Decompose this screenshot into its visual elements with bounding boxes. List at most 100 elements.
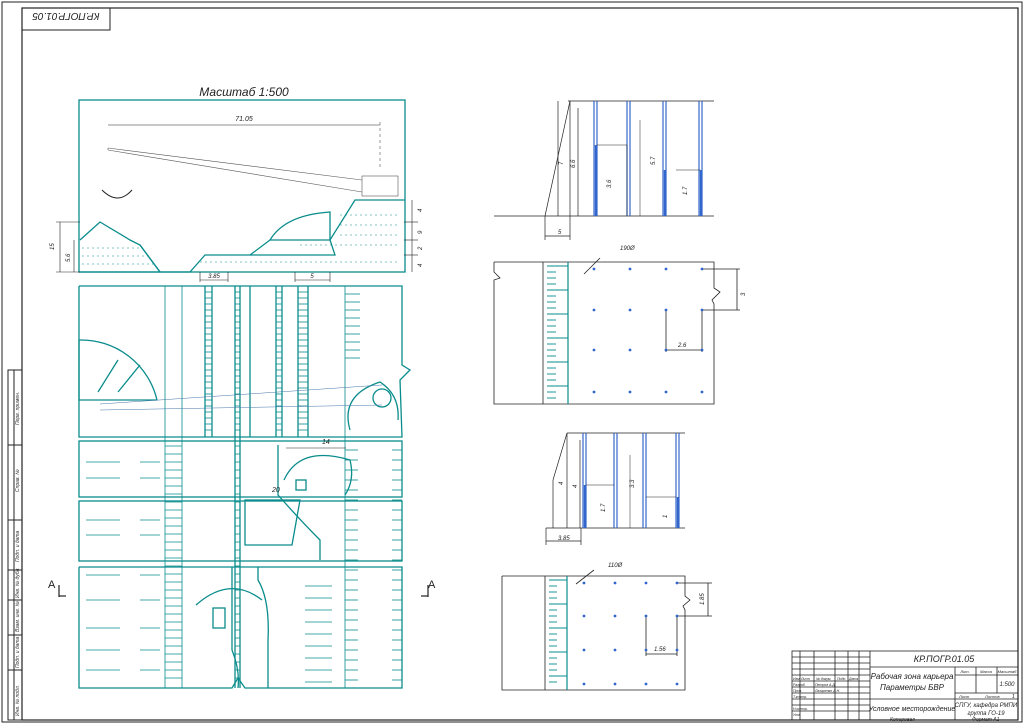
upper-hole (592, 348, 596, 352)
up-dim-7: 7 (559, 161, 565, 165)
lower-hole (644, 648, 648, 652)
role-doc: № докум. (816, 677, 831, 681)
lower-hole (644, 614, 648, 618)
plan-rays (99, 384, 383, 411)
upper-hole (664, 267, 668, 271)
top-stamp-code: КР.ПОГР.01.05 (32, 10, 100, 21)
sheet-label: Лист (958, 694, 970, 699)
plan-ticks (86, 291, 402, 683)
upper-holes (593, 101, 703, 216)
role-date: Дата (848, 677, 858, 681)
sheets-count: 1 (1012, 694, 1015, 700)
lo-dim-1: 1 (663, 515, 669, 518)
lower-hole (613, 614, 617, 618)
upper-hole (700, 308, 704, 312)
org-line1: СПГУ, кафедра РМПИ (955, 703, 1018, 709)
col-mass: Масса (980, 669, 993, 674)
section-mark-left: А (48, 579, 66, 597)
section-mark-right: А (421, 579, 436, 597)
up-dim-17: 1.7 (683, 186, 689, 195)
upper-dims (597, 120, 700, 216)
section-mark-right-text: А (428, 579, 436, 591)
title-subtitle: Условное месторождение (868, 705, 956, 713)
side-cell-6: Подп. и дата (15, 636, 21, 668)
dim-h2: 2 (418, 246, 424, 251)
upper-hole (628, 308, 632, 312)
lower-hole (644, 682, 648, 686)
lower-plan-holes (582, 581, 679, 686)
side-cell-7: Инв. № подл. (15, 685, 21, 716)
lower-hole (582, 648, 586, 652)
lo-dim-185: 1.85 (700, 593, 706, 605)
col-lit: Лит. (959, 669, 969, 674)
lower-hole (675, 648, 679, 652)
lower-plan (501, 569, 712, 691)
row-tkontr: Т.контр. (793, 695, 807, 699)
outer-frame (1, 1, 1023, 723)
role-izm: Изм. (793, 677, 800, 681)
upper-plan-holes (592, 267, 704, 394)
side-cell-4: Инв. № дубл. (15, 567, 21, 598)
side-cell-2: Справ. № (15, 469, 21, 492)
lower-hole (613, 581, 617, 585)
upper-hole (700, 390, 704, 394)
up-dim-57: 5.7 (651, 156, 657, 165)
lower-hole (644, 581, 648, 585)
lower-hole (582, 682, 586, 686)
lo-dim-385: 3.85 (558, 536, 570, 542)
row-nkontr: Н.контр. (793, 707, 808, 711)
upper-hole (592, 267, 596, 271)
lower-plan-ticks (549, 579, 567, 683)
dim-w14: 14 (322, 439, 330, 446)
upper-section (494, 100, 714, 240)
title-code: КР.ПОГР.01.05 (914, 654, 975, 664)
name-razrab: Петров А.Д. (815, 683, 836, 687)
lo-dim-156: 1.56 (654, 647, 666, 653)
side-cell-5: Взам. инв. № (15, 600, 21, 632)
side-cell-1: Перв. примен. (15, 392, 21, 425)
up-dim-26: 2.6 (677, 343, 687, 349)
up-dim-5: 5 (558, 230, 562, 236)
row-razrab: Разраб. (793, 683, 806, 687)
upper-hole (664, 348, 668, 352)
upper-hole (592, 308, 596, 312)
upper-hole (700, 267, 704, 271)
up-dim-3: 3 (741, 292, 747, 296)
plan-view (78, 285, 412, 689)
drawing-sheet: КР.ПОГР.01.05 Перв. примен. Справ. № Под… (1, 1, 1023, 723)
lo-dim-4b: 4 (573, 484, 579, 488)
dim-h9: 9 (418, 230, 424, 234)
role-sign: Подп. (837, 677, 846, 681)
lo-dim-4a: 4 (559, 481, 565, 485)
up-dim-dia: 190Ø (620, 246, 635, 252)
upper-hole (628, 267, 632, 271)
name-prov: Лазаренко Д.Н. (814, 689, 840, 693)
upper-hole (592, 390, 596, 394)
lower-hole (613, 648, 617, 652)
dim-length: 71.05 (235, 116, 253, 123)
lo-dim-17: 1.7 (601, 503, 607, 512)
upper-hole (664, 308, 668, 312)
lower-hole (675, 614, 679, 618)
upper-plan-ticks (547, 265, 568, 399)
dim-h56: 5.6 (66, 253, 72, 262)
upper-plan (493, 257, 740, 405)
up-dim-36: 3.6 (607, 179, 613, 188)
col-scale: Масштаб (998, 669, 1017, 674)
lo-dim-dia: 110Ø (608, 563, 623, 569)
dim-h4: 4 (418, 208, 424, 212)
lower-section (545, 432, 685, 545)
lower-hole (613, 682, 617, 686)
section-mark-left-text: А (48, 579, 56, 591)
title-line2: Параметры БВР (880, 683, 945, 692)
profile-view (78, 99, 406, 273)
dim-b385: 3.85 (208, 274, 220, 280)
excavator-boom (101, 122, 399, 199)
upper-hole (664, 390, 668, 394)
up-dim-66: 6.6 (571, 159, 577, 168)
role-list: Лист (800, 677, 810, 681)
inner-frame (21, 7, 1019, 721)
row-utv: Утв. (793, 713, 801, 717)
format-label: Формат A1 (972, 717, 1000, 723)
upper-hole (700, 348, 704, 352)
